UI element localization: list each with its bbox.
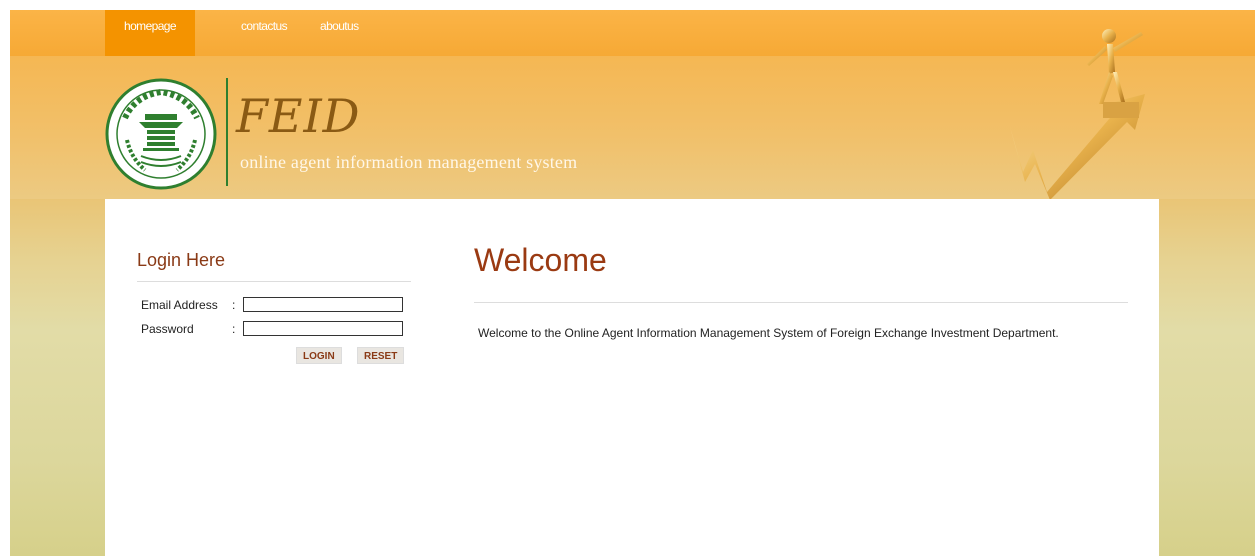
brand-divider (226, 78, 228, 186)
email-field[interactable] (243, 297, 403, 312)
welcome-divider (474, 302, 1128, 303)
login-divider (137, 281, 411, 282)
reset-button[interactable]: RESET (357, 347, 405, 364)
brand-subtitle: online agent information management syst… (240, 152, 578, 172)
nav-contactus[interactable]: contactus (195, 10, 320, 56)
bangladesh-bank-seal-icon (105, 78, 217, 190)
brand-title: FEID (236, 89, 361, 143)
email-label: Email Address (141, 298, 218, 312)
content-panel: Login Here Email Address : Password : LO… (105, 199, 1159, 556)
email-colon: : (232, 298, 236, 312)
main-nav: homepage contactus aboutus (105, 10, 400, 56)
password-field[interactable] (243, 321, 403, 336)
page-edge (0, 0, 10, 556)
password-label: Password (141, 322, 194, 336)
password-colon: : (232, 322, 236, 336)
person-on-rising-arrow-icon (1010, 29, 1145, 200)
nav-homepage[interactable]: homepage (105, 10, 195, 56)
nav-aboutus[interactable]: aboutus (320, 10, 400, 56)
login-title: Login Here (137, 250, 226, 270)
login-button[interactable]: LOGIN (296, 347, 342, 364)
welcome-title: Welcome (474, 242, 607, 278)
welcome-text: Welcome to the Online Agent Information … (478, 326, 1059, 340)
